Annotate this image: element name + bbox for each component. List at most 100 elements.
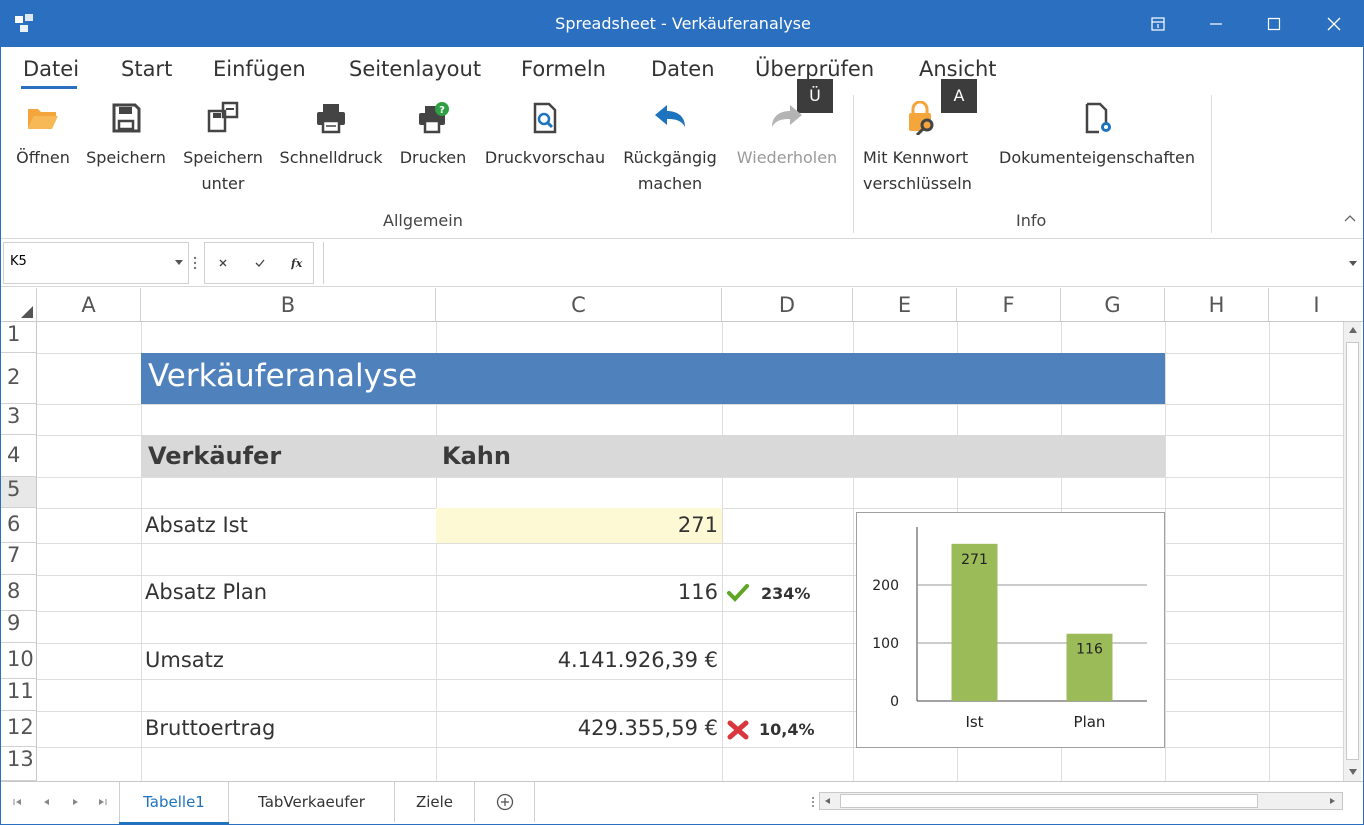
- column-header-e[interactable]: E: [853, 288, 957, 322]
- expand-formula-bar-icon[interactable]: [1349, 261, 1357, 267]
- row-header-1[interactable]: 1: [1, 322, 37, 353]
- maximize-button[interactable]: [1249, 1, 1299, 47]
- column-header-h[interactable]: H: [1165, 288, 1269, 322]
- tab-ansicht[interactable]: Ansicht: [919, 57, 997, 81]
- print-button[interactable]: ? Drucken: [393, 97, 473, 207]
- tab-daten[interactable]: Daten: [651, 57, 715, 81]
- column-header-b[interactable]: B: [141, 288, 436, 322]
- bar-chart: 0 100 200 271 Ist 116 Plan: [872, 527, 1147, 731]
- save-button[interactable]: Speichern: [81, 97, 171, 207]
- document-properties-button[interactable]: Dokumenteigenschaften: [989, 97, 1205, 207]
- column-header-i[interactable]: I: [1269, 288, 1363, 322]
- row-header-10[interactable]: 10: [1, 643, 37, 679]
- undo-button[interactable]: Rückgängig machen: [617, 97, 723, 207]
- horizontal-scrollbar[interactable]: [819, 792, 1343, 810]
- print-preview-button[interactable]: Druckvorschau: [477, 97, 613, 207]
- umsatz-label-cell[interactable]: Umsatz: [145, 648, 224, 672]
- ribbon-display-options-button[interactable]: [1133, 1, 1183, 47]
- bruttoertrag-pct-cell[interactable]: 10,4%: [759, 720, 815, 739]
- cancel-formula-icon[interactable]: [219, 259, 227, 267]
- row-header-9[interactable]: 9: [1, 611, 37, 643]
- name-box[interactable]: K5: [3, 242, 189, 284]
- scroll-right-icon[interactable]: [1328, 797, 1336, 805]
- select-all-corner[interactable]: [1, 288, 37, 322]
- encrypt-with-password-button[interactable]: Mit Kennwort verschlüsseln: [859, 97, 985, 207]
- group-label-general: Allgemein: [383, 211, 463, 230]
- column-header-c[interactable]: C: [436, 288, 722, 322]
- insert-function-icon[interactable]: fx: [291, 256, 303, 270]
- printer-icon: [317, 104, 345, 134]
- tab-seitenlayout[interactable]: Seitenlayout: [349, 57, 481, 81]
- last-sheet-icon[interactable]: [97, 798, 107, 806]
- ribbon-group-separator: [1211, 95, 1212, 233]
- vertical-scrollbar[interactable]: [1343, 322, 1361, 781]
- save-as-icon: [207, 101, 239, 133]
- scroll-down-icon[interactable]: [1348, 768, 1358, 776]
- absatz-plan-value-cell[interactable]: 116: [436, 580, 718, 604]
- close-button[interactable]: [1309, 1, 1359, 47]
- splitter-dots-icon[interactable]: [193, 256, 197, 270]
- header-band[interactable]: [141, 435, 1165, 477]
- tab-ueberpruefen[interactable]: Überprüfen: [755, 57, 874, 81]
- sheet-tab-tabverkaeufer[interactable]: TabVerkaeufer: [229, 782, 395, 822]
- tab-start[interactable]: Start: [121, 57, 172, 81]
- gridline: [37, 404, 1343, 405]
- add-circle-icon: [496, 793, 513, 811]
- bruttoertrag-label-cell[interactable]: Bruttoertrag: [145, 716, 275, 740]
- column-header-a[interactable]: A: [37, 288, 141, 322]
- column-header-g[interactable]: G: [1061, 288, 1165, 322]
- bruttoertrag-value-cell[interactable]: 429.355,59 €: [436, 716, 718, 740]
- formula-input[interactable]: [323, 242, 1363, 284]
- confirm-formula-icon[interactable]: [255, 259, 265, 267]
- save-as-button[interactable]: Speichern unter: [177, 97, 269, 207]
- scroll-up-icon[interactable]: [1348, 326, 1358, 334]
- tab-datei[interactable]: Datei: [23, 57, 79, 81]
- sheet-tab-ziele[interactable]: Ziele: [395, 782, 475, 822]
- row-header-6[interactable]: 6: [1, 508, 37, 543]
- scroll-left-icon[interactable]: [824, 797, 832, 805]
- row-header-12[interactable]: 12: [1, 711, 37, 747]
- redo-button[interactable]: Wiederholen: [729, 97, 845, 207]
- quick-print-button[interactable]: Schnelldruck: [273, 97, 389, 207]
- row-header-7[interactable]: 7: [1, 543, 37, 575]
- chart-container[interactable]: 0 100 200 271 Ist 116 Plan: [856, 512, 1165, 748]
- splitter-dots-icon[interactable]: [811, 796, 815, 808]
- row-header-8[interactable]: 8: [1, 575, 37, 611]
- tab-formeln[interactable]: Formeln: [521, 57, 606, 81]
- header-label-cell: Verkäufer: [148, 442, 282, 470]
- chart-y-tick-label: 200: [872, 578, 899, 594]
- umsatz-value-cell[interactable]: 4.141.926,39 €: [436, 648, 718, 672]
- open-button[interactable]: Öffnen: [9, 97, 77, 207]
- print-help-icon: ?: [419, 102, 449, 134]
- scroll-thumb[interactable]: [1346, 342, 1359, 760]
- absatz-pct-cell[interactable]: 234%: [761, 584, 810, 603]
- row-header-4[interactable]: 4: [1, 435, 37, 477]
- column-header-f[interactable]: F: [957, 288, 1061, 322]
- absatz-plan-label-cell[interactable]: Absatz Plan: [145, 580, 267, 604]
- gridline: [1165, 322, 1166, 781]
- tab-einfuegen[interactable]: Einfügen: [213, 57, 306, 81]
- sheet-title: Verkäuferanalyse: [148, 358, 418, 394]
- absatz-ist-label-cell[interactable]: Absatz Ist: [145, 513, 248, 537]
- row-header-2[interactable]: 2: [1, 353, 37, 404]
- redo-icon: [772, 105, 802, 127]
- previous-sheet-icon[interactable]: [43, 798, 51, 806]
- horizontal-scroll-thumb[interactable]: [840, 794, 1258, 808]
- row-header-11[interactable]: 11: [1, 679, 37, 711]
- sheet-tab-bar: Tabelle1 TabVerkaeufer Ziele: [1, 781, 1363, 824]
- minimize-button[interactable]: [1191, 1, 1241, 47]
- next-sheet-icon[interactable]: [71, 798, 79, 806]
- first-sheet-icon[interactable]: [13, 798, 23, 806]
- row-header-13[interactable]: 13: [1, 747, 37, 781]
- worksheet-grid[interactable]: A B C D E F G H I 1 2 3 4 5 6 7 8 9 10 1…: [1, 288, 1363, 781]
- select-all-icon: [21, 306, 33, 318]
- chart-x-tick-label: Ist: [965, 713, 983, 731]
- row-header-5[interactable]: 5: [1, 477, 37, 508]
- add-sheet-button[interactable]: [475, 782, 535, 822]
- chart-data-label: 271: [961, 552, 988, 568]
- sheet-tab-tabelle1[interactable]: Tabelle1: [119, 782, 229, 822]
- column-header-d[interactable]: D: [722, 288, 853, 322]
- name-box-dropdown-icon[interactable]: [175, 260, 183, 266]
- row-header-3[interactable]: 3: [1, 404, 37, 435]
- collapse-ribbon-icon[interactable]: [1344, 213, 1356, 223]
